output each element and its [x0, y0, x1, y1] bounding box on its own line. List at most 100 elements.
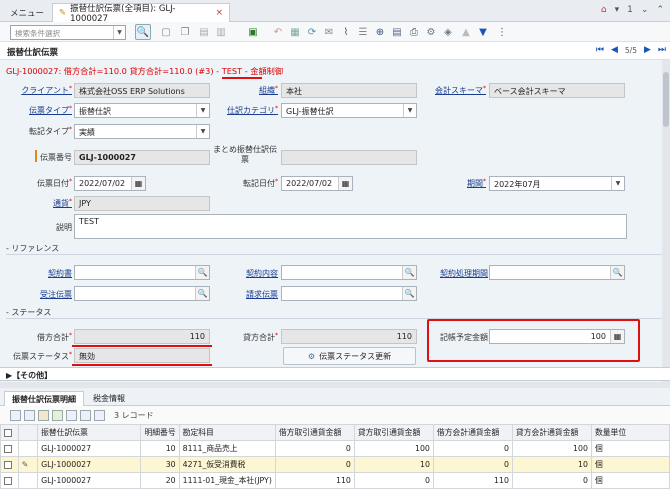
- contract-label[interactable]: 契約書: [10, 268, 72, 279]
- tab-tax-info[interactable]: 税金情報: [86, 391, 132, 406]
- maximize-icon[interactable]: ⌃: [656, 5, 664, 15]
- col-header[interactable]: 振替仕訳伝票: [37, 424, 142, 441]
- print-icon[interactable]: ⎙: [406, 24, 422, 40]
- close-icon[interactable]: ×: [215, 8, 223, 18]
- copy-icon[interactable]: ❐: [177, 24, 193, 40]
- zoom-row-icon[interactable]: [94, 409, 105, 421]
- undo-icon[interactable]: ↶: [270, 24, 286, 40]
- order-label[interactable]: 受注伝票: [10, 289, 72, 300]
- next-record-icon[interactable]: ▶: [644, 45, 651, 55]
- save-row-icon[interactable]: [52, 409, 63, 421]
- tab-menu[interactable]: メニュー: [4, 3, 50, 22]
- save-new-icon[interactable]: ▥: [213, 24, 229, 40]
- col-header[interactable]: 貸方取引通貨金額: [353, 424, 434, 441]
- record-position: 5/5: [624, 45, 637, 55]
- col-header[interactable]: 明細番号: [140, 424, 180, 441]
- col-header[interactable]: 勘定科目: [178, 424, 276, 441]
- desc-textarea[interactable]: TEST: [74, 214, 627, 239]
- save-icon[interactable]: ▤: [196, 24, 212, 40]
- table-header: 振替仕訳伝票 明細番号 勘定科目 借方取引通貨金額 貸方取引通貨金額 借方会計通…: [0, 424, 670, 441]
- first-record-icon[interactable]: ⏮: [596, 45, 604, 55]
- toggle-view-icon[interactable]: [80, 409, 91, 421]
- arrow-up-icon[interactable]: ▲: [458, 24, 474, 40]
- col-header[interactable]: 数量単位: [590, 424, 670, 441]
- top-right-icons: ⌂ ▾ 1 ⌄ ⌃: [601, 5, 664, 15]
- home-icon[interactable]: ⌂: [601, 5, 607, 15]
- search-icon: 🔍: [402, 287, 416, 300]
- last-record-icon[interactable]: ⏭: [658, 45, 666, 55]
- workflow-icon[interactable]: ◈: [440, 24, 456, 40]
- zoom-icon[interactable]: ⊕: [372, 24, 388, 40]
- reference-section[interactable]: - リファレンス: [6, 243, 59, 254]
- more-icon[interactable]: ⋮: [494, 24, 510, 40]
- minimize-icon[interactable]: ⌄: [641, 5, 649, 15]
- calculator-icon: ▦: [610, 330, 624, 343]
- edit-row-icon[interactable]: [24, 409, 35, 421]
- proc-field[interactable]: 🔍: [489, 265, 625, 280]
- category-select[interactable]: GLJ-振替仕訳 ▼: [281, 103, 417, 118]
- journal-tab-icon: ✎: [59, 8, 67, 18]
- form-scrollbar[interactable]: [662, 60, 670, 382]
- posttype-select[interactable]: 実績 ▼: [74, 124, 210, 139]
- row-checkbox[interactable]: [4, 445, 12, 453]
- proc-label[interactable]: 契約処理期間: [422, 268, 488, 279]
- content-label[interactable]: 契約内容: [222, 268, 278, 279]
- contract-field[interactable]: 🔍: [74, 265, 210, 280]
- col-header[interactable]: 貸方会計通貨金額: [511, 424, 592, 441]
- currency-label[interactable]: 通貨: [10, 198, 72, 209]
- credit-field: 110: [281, 329, 417, 344]
- search-icon[interactable]: 🔍: [135, 24, 151, 40]
- refresh-icon[interactable]: ⟳: [304, 24, 320, 40]
- status-section[interactable]: - ステータス: [6, 307, 51, 318]
- order-field[interactable]: 🔍: [74, 286, 210, 301]
- table-row[interactable]: GLJ-1000027 10 8111_商品売上 0 100 0 100 個: [0, 440, 670, 457]
- col-header[interactable]: 借方取引通貨金額: [274, 424, 355, 441]
- desc-label: 説明: [56, 223, 72, 232]
- history-icon[interactable]: ☰: [355, 24, 371, 40]
- row-checkbox[interactable]: [4, 461, 12, 469]
- menu-dropdown-icon[interactable]: ▾: [615, 5, 620, 15]
- credit-label: 貸方合計: [222, 332, 278, 343]
- other-section[interactable]: ▶【その他】: [0, 367, 670, 381]
- calendar-icon: ▦: [338, 177, 352, 190]
- client-label[interactable]: クライアント: [10, 85, 72, 96]
- chevron-down-icon[interactable]: ▼: [113, 26, 125, 39]
- row-checkbox[interactable]: [4, 477, 12, 485]
- search-input[interactable]: 検索条件選択 ▼: [10, 25, 126, 40]
- paperclip-icon[interactable]: ⌇: [338, 24, 354, 40]
- docdate-field[interactable]: 2022/07/02 ▦: [74, 176, 146, 191]
- attachment-icon[interactable]: ▦: [287, 24, 303, 40]
- category-label[interactable]: 仕訳カテゴリ: [222, 105, 278, 116]
- docstatus-update-button[interactable]: ⚙ 伝票ステータス更新: [283, 347, 416, 365]
- table-row[interactable]: GLJ-1000027 20 1111-01_現金_本社(JPY) 110 0 110 0…: [0, 472, 670, 489]
- arrow-down-icon[interactable]: ▼: [475, 24, 491, 40]
- acctdate-field[interactable]: 2022/07/02 ▦: [281, 176, 353, 191]
- chat-icon[interactable]: ✉: [321, 24, 337, 40]
- table-row[interactable]: ✎ GLJ-1000027 30 4271_仮受消費税 0 10 0 10 個: [0, 456, 670, 473]
- export-icon[interactable]: [66, 409, 77, 421]
- new-record-icon[interactable]: ▢: [158, 24, 174, 40]
- schema-label[interactable]: 会計スキーマ: [428, 85, 486, 96]
- planned-amount-field[interactable]: 100 ▦: [489, 329, 625, 344]
- process-icon[interactable]: ⚙: [423, 24, 439, 40]
- delete-row-icon[interactable]: [38, 409, 49, 421]
- report-icon[interactable]: ▤: [389, 24, 405, 40]
- invoice-label[interactable]: 請求伝票: [222, 289, 278, 300]
- period-label[interactable]: 期間: [428, 178, 486, 189]
- content-field[interactable]: 🔍: [281, 265, 417, 280]
- doctype-select[interactable]: 振替仕訳 ▼: [74, 103, 210, 118]
- org-label[interactable]: 組織: [222, 85, 278, 96]
- docno-field: GLJ-1000027: [74, 150, 210, 165]
- doctype-label[interactable]: 伝票タイプ: [10, 105, 72, 116]
- invoice-field[interactable]: 🔍: [281, 286, 417, 301]
- col-header[interactable]: 借方会計通貨金額: [432, 424, 513, 441]
- posttype-label: 転記タイプ: [10, 126, 72, 137]
- period-select[interactable]: 2022年07月 ▼: [489, 176, 625, 191]
- delete-icon[interactable]: ▣: [245, 24, 261, 40]
- tab-journal-lines[interactable]: 振替仕訳伝票明細: [4, 391, 84, 406]
- prev-record-icon[interactable]: ◀: [611, 45, 618, 55]
- search-placeholder: 検索条件選択: [15, 29, 60, 38]
- new-row-icon[interactable]: [10, 409, 21, 421]
- tab-journal[interactable]: ✎ 振替仕訳伝票(全項目): GLJ-1000027 ×: [52, 3, 230, 24]
- annotation-underline: [72, 345, 212, 347]
